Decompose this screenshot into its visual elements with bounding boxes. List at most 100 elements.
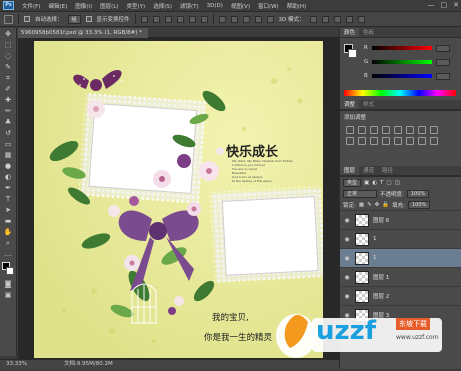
posterize-icon[interactable] <box>394 137 402 145</box>
vibrance-icon[interactable] <box>394 126 402 134</box>
3d-scale-icon[interactable] <box>357 15 365 23</box>
path-selection-tool-icon[interactable]: ➤ <box>3 206 14 214</box>
quick-mask-icon[interactable]: ◙ <box>3 280 14 288</box>
history-brush-tool-icon[interactable]: ↺ <box>3 129 14 137</box>
type-tool-icon[interactable]: T <box>3 195 14 203</box>
blur-tool-icon[interactable]: ● <box>3 162 14 170</box>
color-lookup-icon[interactable] <box>370 137 378 145</box>
tab-paths[interactable]: 路径 <box>378 166 397 175</box>
filter-image-icon[interactable]: ▣ <box>364 180 369 186</box>
distribute-left-icon[interactable] <box>254 15 262 23</box>
layer-name[interactable]: 图层 1 <box>373 273 389 281</box>
layer-filter-dropdown[interactable]: 类型 <box>343 178 362 187</box>
blue-slider[interactable] <box>371 74 432 78</box>
background-color-swatch[interactable] <box>5 267 14 275</box>
gradient-tool-icon[interactable]: ▦ <box>3 151 14 159</box>
fill-input[interactable]: 100% <box>408 200 431 209</box>
tab-color[interactable]: 颜色 <box>340 28 360 37</box>
filter-smart-icon[interactable]: ◫ <box>395 180 400 186</box>
menu-select[interactable]: 选择(S) <box>149 2 176 10</box>
layer-row-selected[interactable]: ◉ 1 <box>340 248 461 267</box>
layer-name[interactable]: 1 <box>373 255 377 261</box>
zoom-tool-icon[interactable]: ⌕ <box>3 239 14 247</box>
move-tool-icon[interactable]: ✥ <box>3 30 14 38</box>
menu-view[interactable]: 视图(V) <box>227 2 254 10</box>
green-value-input[interactable] <box>436 58 451 66</box>
filter-shape-icon[interactable]: ▢ <box>386 180 391 186</box>
gradient-map-icon[interactable] <box>418 137 426 145</box>
3d-rotate-icon[interactable] <box>309 15 317 23</box>
healing-brush-tool-icon[interactable]: ✚ <box>3 96 14 104</box>
color-panel-swatches[interactable] <box>344 44 357 58</box>
invert-icon[interactable] <box>382 137 390 145</box>
opacity-input[interactable]: 100% <box>406 189 430 198</box>
more-tools-icon[interactable]: … <box>3 250 14 258</box>
curves-icon[interactable] <box>370 126 378 134</box>
screen-mode-icon[interactable]: ▣ <box>3 291 14 299</box>
menu-edit[interactable]: 编辑(E) <box>44 2 71 10</box>
hand-tool-icon[interactable]: ✋ <box>3 228 14 236</box>
menu-image[interactable]: 图像(I) <box>71 2 96 10</box>
align-top-icon[interactable] <box>140 15 148 23</box>
menu-file[interactable]: 文件(F) <box>18 2 44 10</box>
lasso-tool-icon[interactable]: ◌ <box>3 52 14 60</box>
document-tab[interactable]: 5960958b0581f.psd @ 33.3% (1, RGB/8#) * <box>18 28 148 38</box>
levels-icon[interactable] <box>358 126 366 134</box>
tab-channels[interactable]: 通道 <box>359 166 378 175</box>
visibility-eye-icon[interactable]: ◉ <box>343 236 351 243</box>
auto-select-checkbox[interactable] <box>24 16 30 22</box>
red-value-input[interactable] <box>435 44 450 52</box>
align-middle-icon[interactable] <box>152 15 160 23</box>
maximize-button[interactable]: □ <box>441 1 448 9</box>
visibility-eye-icon[interactable]: ◉ <box>343 217 351 224</box>
brightness-icon[interactable] <box>346 126 354 134</box>
menu-layer[interactable]: 图层(L) <box>96 2 122 10</box>
eraser-tool-icon[interactable]: ▭ <box>3 140 14 148</box>
visibility-eye-icon[interactable]: ◉ <box>343 255 351 262</box>
distribute-top-icon[interactable] <box>218 15 226 23</box>
distribute-middle-icon[interactable] <box>230 15 238 23</box>
blue-value-input[interactable] <box>435 72 450 80</box>
distribute-bottom-icon[interactable] <box>242 15 250 23</box>
auto-select-dropdown[interactable]: 组 <box>67 14 81 24</box>
move-tool-icon[interactable] <box>4 14 13 24</box>
menu-3d[interactable]: 3D(D) <box>203 3 227 9</box>
crop-tool-icon[interactable]: ⌗ <box>3 74 14 82</box>
layer-row[interactable]: ◉ 1 <box>340 229 461 248</box>
align-left-icon[interactable] <box>176 15 184 23</box>
layer-row[interactable]: ◉ 图层 1 <box>340 267 461 286</box>
rectangle-tool-icon[interactable]: ▬ <box>3 217 14 225</box>
quick-select-tool-icon[interactable]: ✎ <box>3 63 14 71</box>
zoom-level[interactable]: 33.33% <box>6 360 27 369</box>
threshold-icon[interactable] <box>406 137 414 145</box>
filter-adjust-icon[interactable]: ◐ <box>372 180 377 186</box>
filter-type-icon[interactable]: T <box>380 180 383 186</box>
photo-filter-icon[interactable] <box>346 137 354 145</box>
tab-styles[interactable]: 样式 <box>359 100 378 109</box>
tab-layers[interactable]: 图层 <box>340 166 360 175</box>
color-swatches[interactable] <box>1 262 15 276</box>
3d-drag-icon[interactable] <box>333 15 341 23</box>
close-button[interactable]: ✕ <box>453 1 459 9</box>
menu-window[interactable]: 窗口(W) <box>254 2 283 10</box>
brush-tool-icon[interactable]: ✏ <box>3 107 14 115</box>
channel-mixer-icon[interactable] <box>358 137 366 145</box>
eyedropper-tool-icon[interactable]: ✐ <box>3 85 14 93</box>
hue-saturation-icon[interactable] <box>406 126 414 134</box>
3d-slide-icon[interactable] <box>345 15 353 23</box>
lock-pixels-icon[interactable]: ▦ <box>359 202 364 208</box>
red-slider[interactable] <box>371 46 432 50</box>
distribute-center-icon[interactable] <box>266 15 274 23</box>
layer-name[interactable]: 图层 6 <box>373 216 389 224</box>
3d-roll-icon[interactable] <box>321 15 329 23</box>
menu-type[interactable]: 类型(Y) <box>123 2 150 10</box>
lock-paint-icon[interactable]: ✎ <box>367 202 372 208</box>
marquee-tool-icon[interactable]: ⬚ <box>3 41 14 49</box>
lock-all-icon[interactable]: 🔒 <box>382 202 389 208</box>
selective-color-icon[interactable] <box>430 137 438 145</box>
blend-mode-dropdown[interactable]: 正常 <box>343 189 377 198</box>
clone-stamp-tool-icon[interactable]: ♣ <box>3 118 14 126</box>
color-spectrum[interactable] <box>344 90 456 96</box>
layer-name[interactable]: 1 <box>373 236 377 242</box>
menu-filter[interactable]: 滤镜(T) <box>176 2 203 10</box>
